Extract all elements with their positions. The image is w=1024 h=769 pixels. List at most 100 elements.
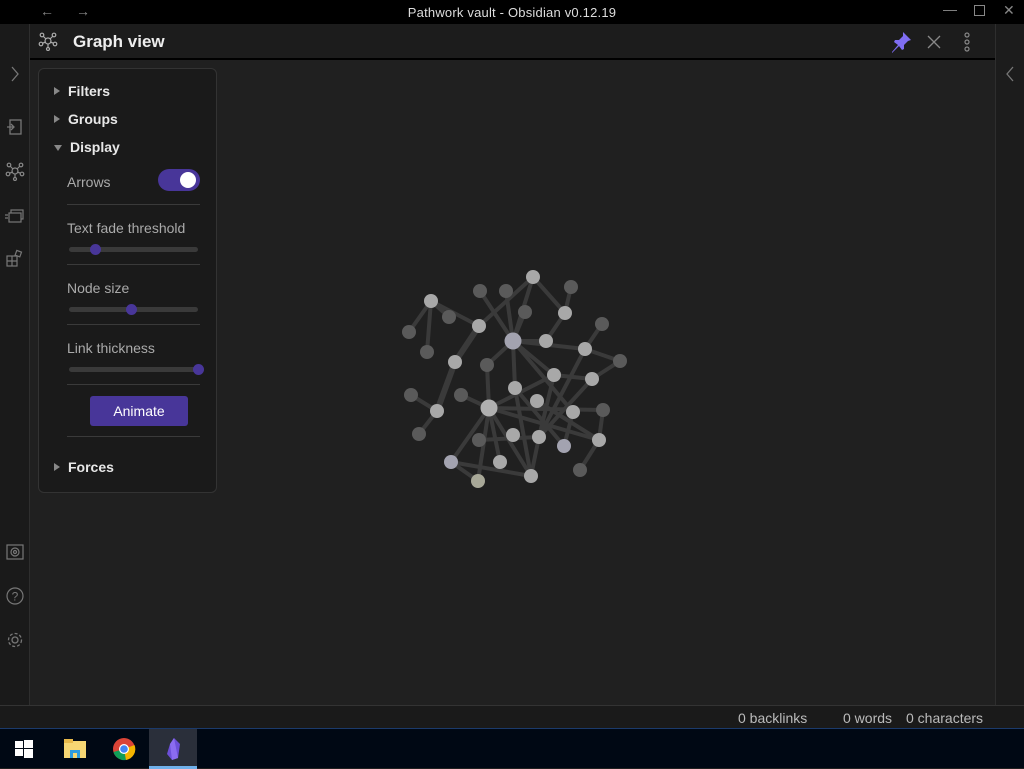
help-icon[interactable]: ?: [5, 586, 25, 606]
graph-node[interactable]: [558, 306, 572, 320]
open-file-icon[interactable]: [5, 117, 25, 137]
windows-start-icon[interactable]: [15, 740, 33, 758]
arrows-label: Arrows: [67, 174, 111, 190]
more-options-icon[interactable]: [961, 31, 973, 53]
graph-node[interactable]: [592, 433, 606, 447]
slider-handle[interactable]: [193, 364, 204, 375]
filters-section-toggle[interactable]: Filters: [54, 83, 110, 99]
close-icon[interactable]: [926, 34, 942, 50]
chrome-icon[interactable]: [112, 737, 136, 761]
taskbar: [0, 728, 1024, 769]
graph-node[interactable]: [566, 405, 580, 419]
display-label: Display: [70, 139, 120, 155]
link-thickness-label: Link thickness: [67, 340, 155, 356]
forces-label: Forces: [68, 459, 114, 475]
graph-link: [434, 360, 458, 413]
svg-text:?: ?: [12, 590, 19, 604]
graph-node[interactable]: [448, 355, 462, 369]
graph-view-icon[interactable]: [5, 161, 25, 181]
arrows-toggle[interactable]: [158, 169, 200, 191]
graph-node[interactable]: [585, 372, 599, 386]
plugins-icon[interactable]: [5, 248, 25, 268]
graph-node[interactable]: [480, 358, 494, 372]
word-count: 0 words: [843, 710, 893, 726]
graph-node[interactable]: [573, 463, 587, 477]
graph-node[interactable]: [430, 404, 444, 418]
graph-node[interactable]: [402, 325, 416, 339]
graph-node[interactable]: [557, 439, 571, 453]
maximize-button[interactable]: [974, 5, 985, 16]
divider: [67, 204, 200, 205]
view-header: Graph view: [30, 24, 995, 60]
groups-label: Groups: [68, 111, 118, 127]
window-title: Pathwork vault - Obsidian v0.12.19: [407, 5, 617, 20]
node-size-label: Node size: [67, 280, 130, 296]
graph-node[interactable]: [530, 394, 544, 408]
graph-settings-panel: Filters Groups Display Arrows Text fade …: [38, 68, 217, 493]
graph-node[interactable]: [420, 345, 434, 359]
slider-handle[interactable]: [89, 244, 101, 255]
graph-node[interactable]: [508, 381, 522, 395]
graph-node[interactable]: [472, 433, 486, 447]
display-section-toggle[interactable]: Display: [54, 139, 120, 155]
expand-right-sidebar-icon[interactable]: [1002, 64, 1018, 84]
minimize-button[interactable]: —: [943, 1, 957, 17]
status-bar: 0 backlinks 0 words 0 characters: [0, 705, 1024, 728]
graph-node[interactable]: [473, 284, 487, 298]
groups-section-toggle[interactable]: Groups: [54, 111, 118, 127]
node-size-slider[interactable]: [69, 304, 198, 315]
right-sidebar-collapsed: [995, 24, 1024, 705]
taskbar-obsidian-button[interactable]: [149, 729, 197, 769]
character-count: 0 characters: [906, 710, 984, 726]
filters-label: Filters: [68, 83, 111, 99]
graph-node[interactable]: [404, 388, 418, 402]
collapsed-triangle-icon: [54, 463, 60, 471]
graph-node[interactable]: [532, 430, 546, 444]
slides-icon[interactable]: [5, 205, 25, 225]
graph-node[interactable]: [526, 270, 540, 284]
divider: [67, 436, 200, 437]
graph-node[interactable]: [596, 403, 610, 417]
graph-view-icon: [38, 32, 58, 51]
graph-node[interactable]: [480, 399, 498, 417]
graph-node[interactable]: [424, 294, 438, 308]
slider-handle[interactable]: [125, 304, 137, 315]
graph-node[interactable]: [524, 469, 538, 483]
forces-section-toggle[interactable]: Forces: [54, 459, 114, 475]
graph-node[interactable]: [454, 388, 468, 402]
text-fade-label: Text fade threshold: [67, 220, 186, 236]
graph-node[interactable]: [472, 319, 486, 333]
graph-node[interactable]: [504, 332, 522, 350]
graph-node[interactable]: [499, 284, 513, 298]
graph-node[interactable]: [613, 354, 627, 368]
graph-node[interactable]: [595, 317, 609, 331]
graph-node[interactable]: [442, 310, 456, 324]
file-explorer-icon[interactable]: [63, 738, 87, 760]
title-bar: ← → Pathwork vault - Obsidian v0.12.19 —…: [0, 0, 1024, 24]
graph-node[interactable]: [578, 342, 592, 356]
link-thickness-slider[interactable]: [69, 364, 204, 375]
graph-node[interactable]: [412, 427, 426, 441]
animate-button[interactable]: Animate: [90, 396, 188, 426]
vault-icon[interactable]: [5, 542, 25, 562]
pin-icon[interactable]: [889, 30, 913, 54]
graph-node[interactable]: [471, 474, 485, 488]
graph-node[interactable]: [506, 428, 520, 442]
obsidian-icon: [167, 738, 180, 760]
expanded-triangle-icon: [54, 145, 62, 151]
expand-sidebar-icon[interactable]: [5, 64, 25, 84]
graph-node[interactable]: [444, 455, 458, 469]
graph-node[interactable]: [564, 280, 578, 294]
divider: [67, 264, 200, 265]
collapsed-triangle-icon: [54, 115, 60, 123]
graph-link: [531, 275, 567, 315]
close-window-button[interactable]: ✕: [1003, 2, 1015, 19]
graph-node[interactable]: [539, 334, 553, 348]
page-title: Graph view: [73, 32, 165, 51]
graph-node[interactable]: [518, 305, 532, 319]
text-fade-slider[interactable]: [69, 244, 198, 255]
divider: [67, 324, 200, 325]
settings-gear-icon[interactable]: [5, 630, 25, 650]
graph-node[interactable]: [493, 455, 507, 469]
graph-node[interactable]: [547, 368, 561, 382]
